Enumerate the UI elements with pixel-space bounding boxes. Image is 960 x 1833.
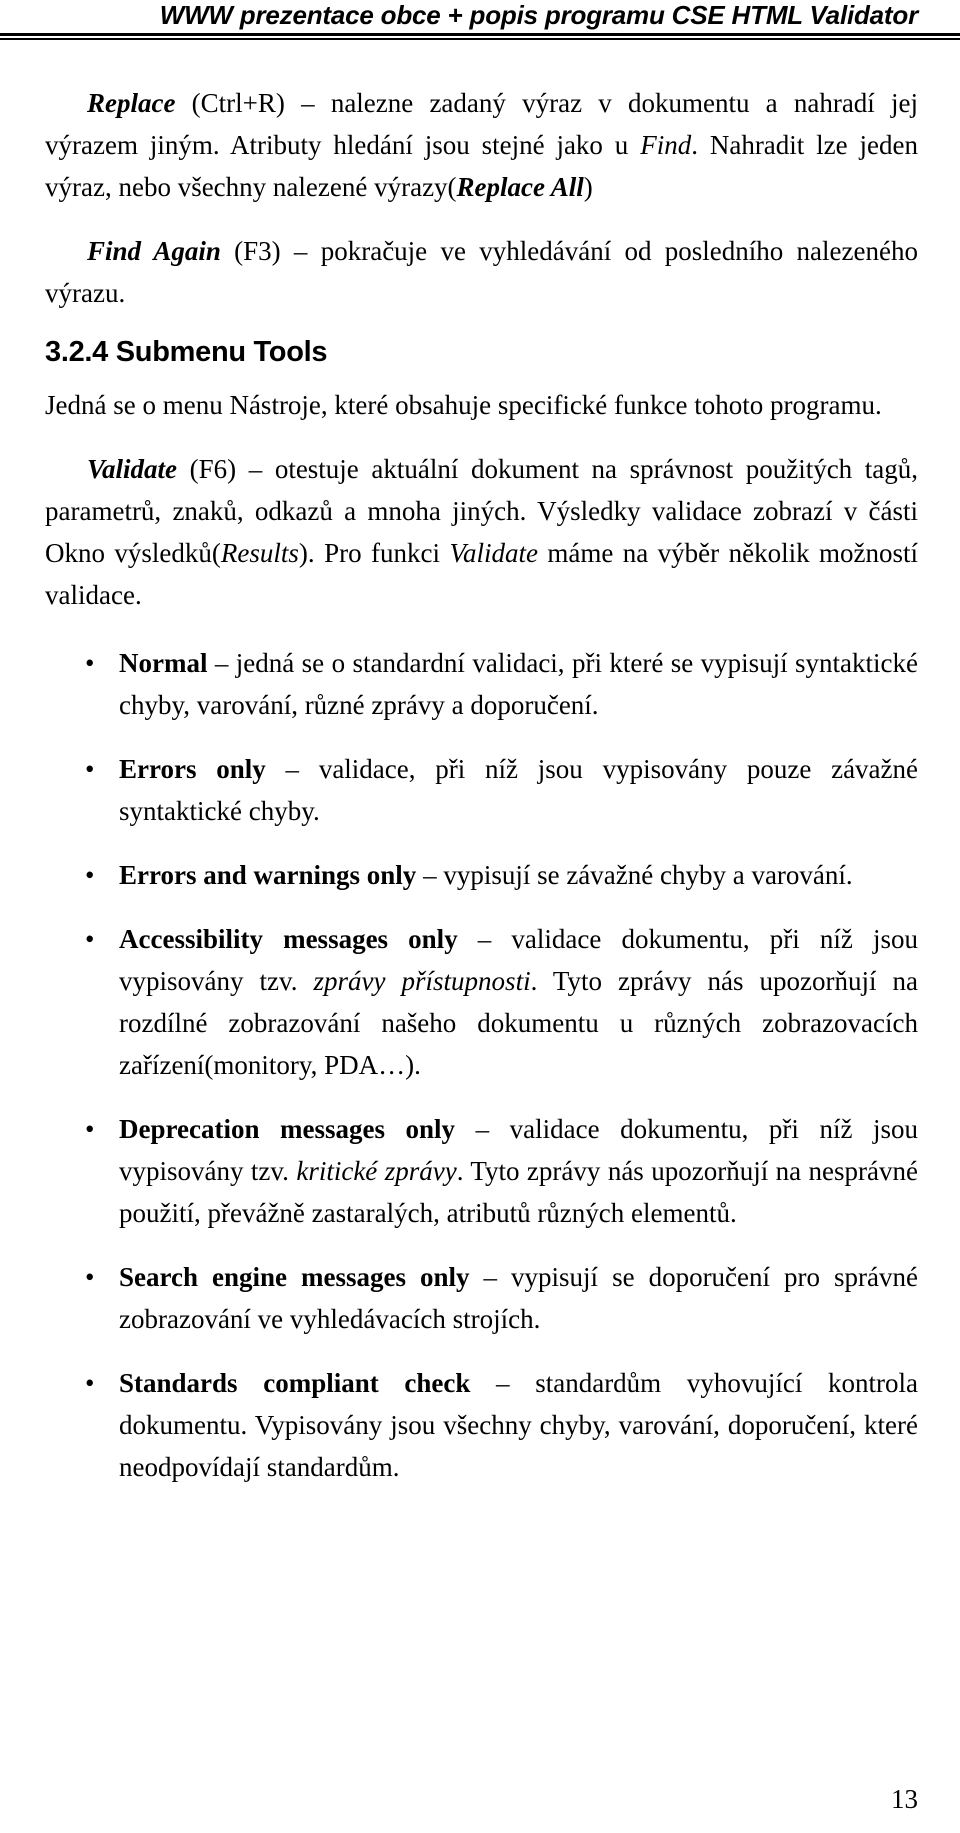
find-again-shortcut-space — [221, 236, 234, 266]
validate-shortcut-space — [177, 454, 190, 484]
document-body: Replace (Ctrl+R) – nalezne zadaný výraz … — [45, 82, 918, 1488]
shortcut-find-again: (F3) — [234, 236, 281, 266]
bullet-term-deprecation-messages-only: Deprecation messages only — [119, 1114, 456, 1144]
bullet-text-normal: – jedná se o standardní validaci, při kt… — [119, 648, 918, 720]
bullet-text-errors-and-warnings-only: – vypisují se závažné chyby a varování. — [416, 860, 853, 890]
replace-text-3: ) — [583, 172, 593, 202]
list-item: • Standards compliant check – standardům… — [45, 1362, 918, 1488]
bullet-term-errors-only: Errors only — [119, 754, 266, 784]
document-page: WWW prezentace obce + popis programu CSE… — [0, 0, 960, 1833]
term-replace: Replace — [87, 88, 176, 118]
bullet-icon: • — [85, 860, 95, 890]
ref-validate: Validate — [449, 538, 538, 568]
header-divider — [0, 33, 960, 40]
ref-results: Results — [220, 538, 299, 568]
ref-replace-all: Replace All — [456, 172, 584, 202]
list-item: • Errors and warnings only – vypisují se… — [45, 854, 918, 896]
bullet-emphasis-accessibility: zprávy přístupnosti — [313, 966, 531, 996]
section-heading: 3.2.4 Submenu Tools — [45, 336, 328, 368]
ref-find: Find — [640, 130, 692, 160]
list-item: • Accessibility messages only – validace… — [45, 918, 918, 1086]
paragraph-replace: Replace (Ctrl+R) – nalezne zadaný výraz … — [45, 82, 918, 208]
bullet-icon: • — [85, 1262, 95, 1292]
bullet-icon: • — [85, 924, 95, 954]
bullet-term-search-engine-messages-only: Search engine messages only — [119, 1262, 470, 1292]
bullet-icon: • — [85, 1114, 95, 1144]
bullet-term-standards-compliant-check: Standards compliant check — [119, 1368, 471, 1398]
list-item: • Normal – jedná se o standardní validac… — [45, 642, 918, 726]
paragraph-intro: Jedná se o menu Nástroje, které obsahuje… — [45, 390, 882, 420]
bullet-term-errors-and-warnings-only: Errors and warnings only — [119, 860, 417, 890]
term-find-again: Find Again — [87, 236, 221, 266]
validation-options-list: • Normal – jedná se o standardní validac… — [45, 642, 918, 1488]
list-item: • Errors only – validace, při níž jsou v… — [45, 748, 918, 832]
running-header-title: WWW prezentace obce + popis programu CSE… — [159, 0, 918, 30]
page-number: 13 — [891, 1784, 918, 1814]
term-validate: Validate — [87, 454, 178, 484]
bullet-emphasis-deprecation: kritické zprávy — [296, 1156, 457, 1186]
list-item: • Deprecation messages only – validace d… — [45, 1108, 918, 1234]
list-item: • Search engine messages only – vypisují… — [45, 1256, 918, 1340]
bullet-term-accessibility-messages-only: Accessibility messages only — [119, 924, 458, 954]
paragraph-validate: Validate (F6) – otestuje aktuální dokume… — [45, 448, 918, 616]
bullet-icon: • — [85, 754, 95, 784]
shortcut-replace: (Ctrl+R) — [191, 88, 285, 118]
bullet-term-normal: Normal — [119, 648, 208, 678]
bullet-icon: • — [85, 1368, 95, 1398]
paragraph-find-again: Find Again (F3) – pokračuje ve vyhledává… — [45, 230, 918, 314]
running-header: WWW prezentace obce + popis programu CSE… — [0, 0, 960, 40]
validate-text-2: ). Pro funkci — [298, 538, 450, 568]
shortcut-validate: (F6) — [189, 454, 237, 484]
replace-shortcut-space — [175, 88, 191, 118]
bullet-icon: • — [85, 648, 95, 678]
header-rule-thin — [0, 38, 960, 40]
